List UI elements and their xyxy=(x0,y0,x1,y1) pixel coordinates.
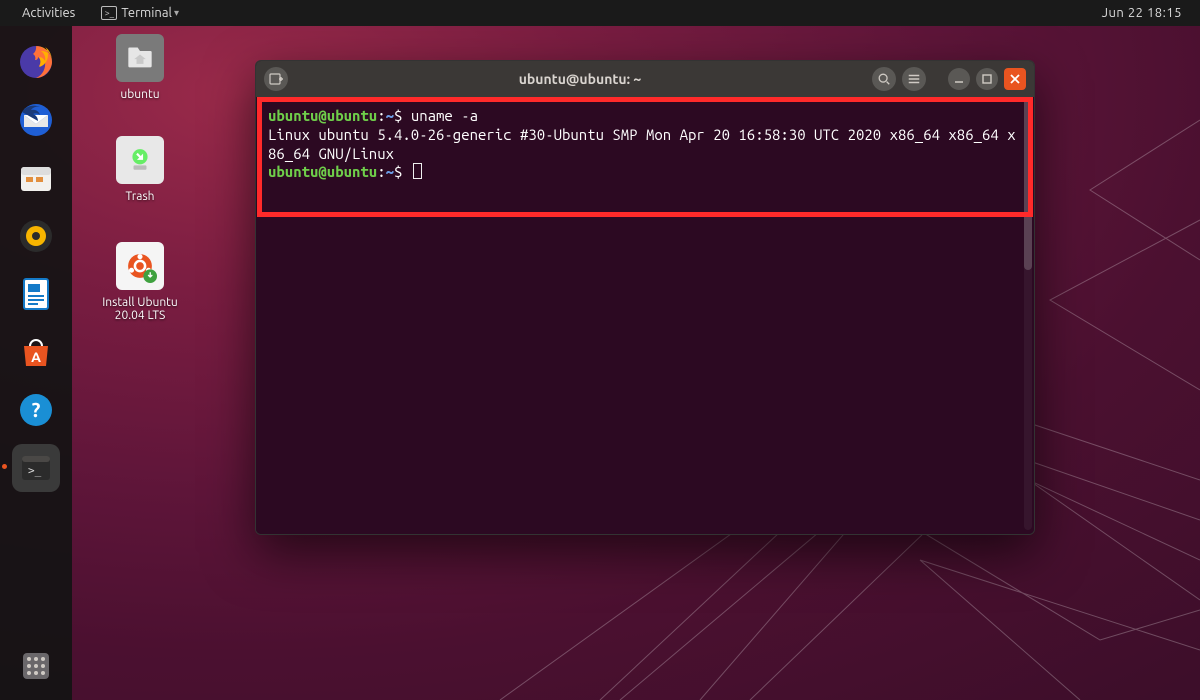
clock[interactable]: Jun 22 18:15 xyxy=(1102,6,1200,20)
trash-icon xyxy=(127,147,153,173)
minimize-button[interactable] xyxy=(948,68,970,90)
prompt-sep: : xyxy=(377,107,385,124)
close-icon xyxy=(1009,73,1021,85)
dock-item-libreoffice-writer[interactable] xyxy=(12,270,60,318)
svg-text:A: A xyxy=(31,349,41,365)
terminal-icon: >_ xyxy=(101,6,117,20)
terminal-title: ubuntu@ubuntu: ~ xyxy=(294,71,866,87)
terminal-line: ubuntu@ubuntu:~$ xyxy=(268,163,1022,182)
maximize-icon xyxy=(981,73,993,85)
new-tab-button[interactable] xyxy=(264,67,288,91)
document-icon xyxy=(16,274,56,314)
svg-text:?: ? xyxy=(32,398,41,421)
prompt-dollar: $ xyxy=(394,163,411,180)
search-button[interactable] xyxy=(872,67,896,91)
terminal-cursor xyxy=(413,163,422,179)
dock-item-files[interactable] xyxy=(12,154,60,202)
dock-item-terminal[interactable]: >_ xyxy=(12,444,60,492)
music-icon xyxy=(16,216,56,256)
prompt-user: ubuntu@ubuntu xyxy=(268,163,377,180)
minimize-icon xyxy=(953,73,965,85)
new-tab-icon xyxy=(268,71,284,87)
help-icon: ? xyxy=(16,390,56,430)
prompt-user: ubuntu@ubuntu xyxy=(268,107,377,124)
desktop-icon-trash[interactable]: Trash xyxy=(92,136,188,203)
terminal-titlebar[interactable]: ubuntu@ubuntu: ~ xyxy=(256,61,1034,97)
scrollbar-thumb[interactable] xyxy=(1024,97,1032,270)
app-menu[interactable]: >_ Terminal ▾ xyxy=(91,6,189,20)
thunderbird-icon xyxy=(16,100,56,140)
search-icon xyxy=(877,72,891,86)
prompt-sep: : xyxy=(377,163,385,180)
terminal-window: ubuntu@ubuntu: ~ ubuntu@ubuntu:~$ uname … xyxy=(255,60,1035,535)
dock-item-show-applications[interactable] xyxy=(12,642,60,690)
dock-item-ubuntu-software[interactable]: A xyxy=(12,328,60,376)
terminal-output: Linux ubuntu 5.4.0-26-generic #30-Ubuntu… xyxy=(268,126,1022,164)
apps-grid-icon xyxy=(16,646,56,686)
menu-button[interactable] xyxy=(902,67,926,91)
terminal-scrollbar[interactable] xyxy=(1024,97,1032,530)
terminal-line: ubuntu@ubuntu:~$ uname -a xyxy=(268,107,1022,126)
shopping-bag-icon: A xyxy=(16,332,56,372)
dock-item-help[interactable]: ? xyxy=(12,386,60,434)
prompt-path: ~ xyxy=(386,107,394,124)
terminal-body[interactable]: ubuntu@ubuntu:~$ uname -a Linux ubuntu 5… xyxy=(256,97,1034,534)
top-bar: Activities >_ Terminal ▾ Jun 22 18:15 xyxy=(0,0,1200,26)
close-button[interactable] xyxy=(1004,68,1026,90)
maximize-button[interactable] xyxy=(976,68,998,90)
chevron-down-icon: ▾ xyxy=(174,7,179,19)
files-icon xyxy=(16,158,56,198)
prompt-dollar: $ xyxy=(394,107,411,124)
desktop-icon-install-ubuntu[interactable]: Install Ubuntu 20.04 LTS xyxy=(92,242,188,322)
home-folder-icon xyxy=(126,44,154,72)
firefox-icon xyxy=(16,42,56,82)
prompt-path: ~ xyxy=(386,163,394,180)
svg-text:>_: >_ xyxy=(28,464,42,477)
dock-item-rhythmbox[interactable] xyxy=(12,212,60,260)
hamburger-icon xyxy=(907,72,921,86)
dock: A ? >_ xyxy=(0,26,72,700)
desktop-icon-label: Trash xyxy=(92,190,188,203)
dock-item-firefox[interactable] xyxy=(12,38,60,86)
desktop-icon-label: Install Ubuntu 20.04 LTS xyxy=(92,296,188,322)
dock-item-thunderbird[interactable] xyxy=(12,96,60,144)
terminal-icon: >_ xyxy=(16,448,56,488)
terminal-command: uname -a xyxy=(411,107,478,124)
ubuntu-install-icon xyxy=(123,249,157,283)
desktop-icon-home[interactable]: ubuntu xyxy=(92,34,188,101)
activities-button[interactable]: Activities xyxy=(10,6,87,20)
desktop-icon-label: ubuntu xyxy=(92,88,188,101)
app-menu-label: Terminal xyxy=(121,6,172,20)
